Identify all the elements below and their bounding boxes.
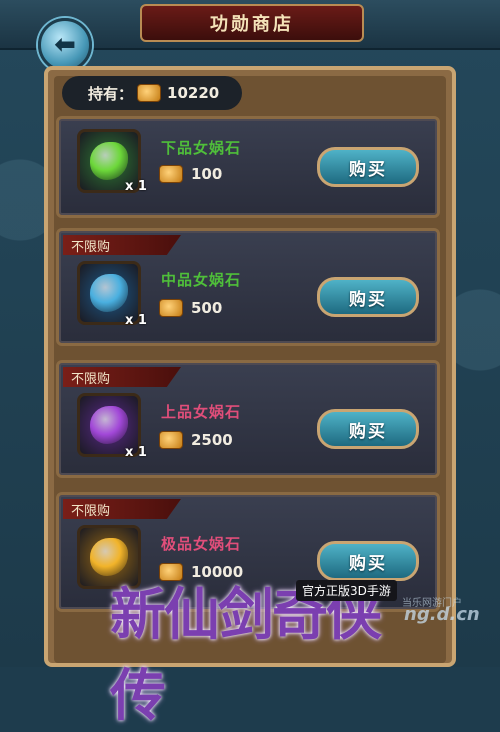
merit-coin-icon: [137, 84, 162, 102]
item-price: 100: [159, 165, 222, 183]
item-name: 下品女娲石: [161, 139, 242, 157]
game-logo-subtitle: 官方正版3D手游: [296, 580, 397, 601]
holdings-display: 持有： 10220: [62, 76, 242, 110]
purchase-limit-tag: 不限购: [63, 367, 181, 387]
item-quantity: x 1: [125, 313, 147, 328]
item-name: 上品女娲石: [161, 403, 242, 421]
item-name: 中品女娲石: [161, 271, 242, 289]
item-price-value: 100: [191, 165, 223, 183]
green-stone-icon: [90, 142, 128, 180]
buy-button[interactable]: 购买: [317, 409, 419, 449]
holdings-amount: 10220: [167, 84, 220, 102]
holdings-label: 持有：: [88, 84, 134, 103]
back-arrow-icon: ⬅: [54, 30, 76, 60]
shop-item-card: 不限购 x 1 上品女娲石 2500 购买: [56, 360, 440, 478]
shop-item-card: 不限购 x 1 中品女娲石 500 购买: [56, 228, 440, 346]
game-logo: 新仙剑奇侠传 官方正版3D手游: [110, 560, 400, 729]
item-quantity: x 1: [125, 179, 147, 194]
watermark: ng.d.cn: [404, 604, 480, 625]
page-title: 功勋商店: [140, 4, 364, 42]
item-price: 500: [159, 299, 222, 317]
merit-coin-icon: [159, 299, 183, 317]
buy-button[interactable]: 购买: [317, 277, 419, 317]
item-price-value: 500: [191, 299, 223, 317]
purple-stone-icon: [90, 406, 128, 444]
purchase-limit-tag: 不限购: [63, 235, 181, 255]
buy-button[interactable]: 购买: [317, 147, 419, 187]
merit-coin-icon: [159, 431, 183, 449]
blue-stone-icon: [90, 274, 128, 312]
purchase-limit-tag: 不限购: [63, 499, 181, 519]
merit-coin-icon: [159, 165, 183, 183]
item-price-value: 2500: [191, 431, 233, 449]
shop-item-card: x 1 下品女娲石 100 购买: [56, 116, 440, 218]
back-button[interactable]: ⬅: [38, 18, 92, 72]
item-price: 2500: [159, 431, 233, 449]
item-name: 极品女娲石: [161, 535, 242, 553]
item-quantity: x 1: [125, 445, 147, 460]
